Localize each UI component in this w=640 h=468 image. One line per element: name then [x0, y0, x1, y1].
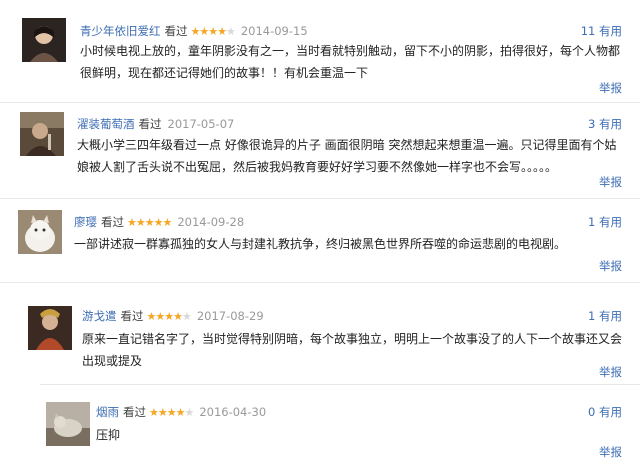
username-link[interactable]: 青少年依旧爱红: [80, 24, 161, 38]
useful-vote[interactable]: 3 有用: [588, 116, 622, 132]
report-link[interactable]: 举报: [599, 258, 622, 274]
report-link[interactable]: 举报: [599, 80, 622, 96]
rating-stars: ★★★★★: [146, 310, 192, 323]
divider: [0, 198, 640, 199]
useful-count: 0: [588, 405, 596, 419]
comment-text: 压抑: [96, 428, 121, 442]
comment-text: 一部讲述寂一群寡孤独的女人与封建礼教抗争，终归被黑色世界所吞噬的命运悲剧的电视剧…: [74, 237, 567, 251]
comment-date: 2017-05-07: [167, 117, 235, 131]
divider: [0, 282, 640, 283]
comment-meta: 青少年依旧爱红 看过 ★★★★★ 2014-09-15: [80, 23, 308, 40]
username-link[interactable]: 廖璎: [74, 215, 97, 229]
comment-date: 2016-04-30: [199, 405, 267, 419]
comment-date: 2017-08-29: [196, 309, 264, 323]
comment-item: 濯装葡萄酒 看过 2017-05-07 3 有用 大概小学三四年级看过一点 好像很诡…: [0, 104, 640, 196]
useful-label: 有用: [599, 215, 622, 229]
username-link[interactable]: 烟雨: [96, 405, 119, 419]
comment-date: 2014-09-28: [177, 215, 245, 229]
rating-stars: ★★★★★: [127, 216, 172, 229]
rating-stars: ★★★★★: [149, 406, 194, 419]
report-link[interactable]: 举报: [599, 444, 622, 460]
useful-label: 有用: [599, 405, 622, 419]
comment-item: 青少年依旧爱红 看过 ★★★★★ 2014-09-15 11 有用 小时候电视上放的，…: [0, 0, 640, 100]
avatar[interactable]: [22, 18, 66, 62]
comment-meta: 游戈遣 看过 ★★★★★ 2017-08-29: [82, 308, 264, 325]
avatar[interactable]: [28, 306, 72, 350]
avatar[interactable]: [18, 210, 62, 254]
watched-label: 看过: [164, 24, 188, 38]
useful-label: 有用: [599, 117, 622, 131]
comment-item: 廖璎 看过 ★★★★★ 2014-09-28 1 有用 一部讲述寂一群寡孤独的女人与封…: [0, 200, 640, 280]
comment-date: 2014-09-15: [240, 24, 308, 38]
watched-label: 看过: [123, 405, 146, 419]
comment-text: 小时候电视上放的，童年阴影没有之一，当时看就特别触动，留下不小的阴影，拍得很好，…: [80, 44, 621, 80]
useful-count: 1: [588, 309, 596, 323]
comment-item: 烟雨 看过 ★★★★★ 2016-04-30 0 有用 压抑 举报: [38, 392, 640, 468]
useful-vote[interactable]: 1 有用: [588, 214, 622, 230]
comment-item: 游戈遣 看过 ★★★★★ 2017-08-29 1 有用 原来一直记错名字了，当时觉得…: [20, 292, 640, 382]
comment-text: 原来一直记错名字了，当时觉得特别阴暗，每个故事独立，明明上一个故事没了的人下一个…: [82, 332, 623, 368]
watched-label: 看过: [138, 117, 162, 131]
watched-label: 看过: [120, 309, 144, 323]
comment-meta: 濯装葡萄酒 看过 2017-05-07: [77, 116, 234, 132]
avatar[interactable]: [46, 402, 90, 446]
divider: [0, 102, 640, 103]
report-link[interactable]: 举报: [599, 364, 622, 380]
useful-label: 有用: [599, 24, 622, 38]
divider: [40, 384, 640, 385]
useful-vote[interactable]: 0 有用: [588, 404, 622, 420]
useful-vote[interactable]: 11 有用: [581, 23, 622, 39]
useful-label: 有用: [599, 309, 622, 323]
watched-label: 看过: [101, 215, 124, 229]
rating-stars: ★★★★★: [190, 25, 236, 38]
useful-count: 1: [588, 215, 596, 229]
username-link[interactable]: 游戈遣: [82, 309, 117, 323]
username-link[interactable]: 濯装葡萄酒: [77, 117, 135, 131]
useful-count: 3: [588, 117, 596, 131]
report-link[interactable]: 举报: [599, 174, 622, 190]
useful-count: 11: [580, 24, 596, 38]
comment-meta: 廖璎 看过 ★★★★★ 2014-09-28: [74, 214, 244, 231]
useful-vote[interactable]: 1 有用: [588, 308, 622, 324]
comment-meta: 烟雨 看过 ★★★★★ 2016-04-30: [96, 404, 266, 421]
avatar[interactable]: [20, 112, 64, 156]
comment-text: 大概小学三四年级看过一点 好像很诡异的片子 画面很阴暗 突然想起来想重温一遍。只…: [77, 138, 617, 174]
